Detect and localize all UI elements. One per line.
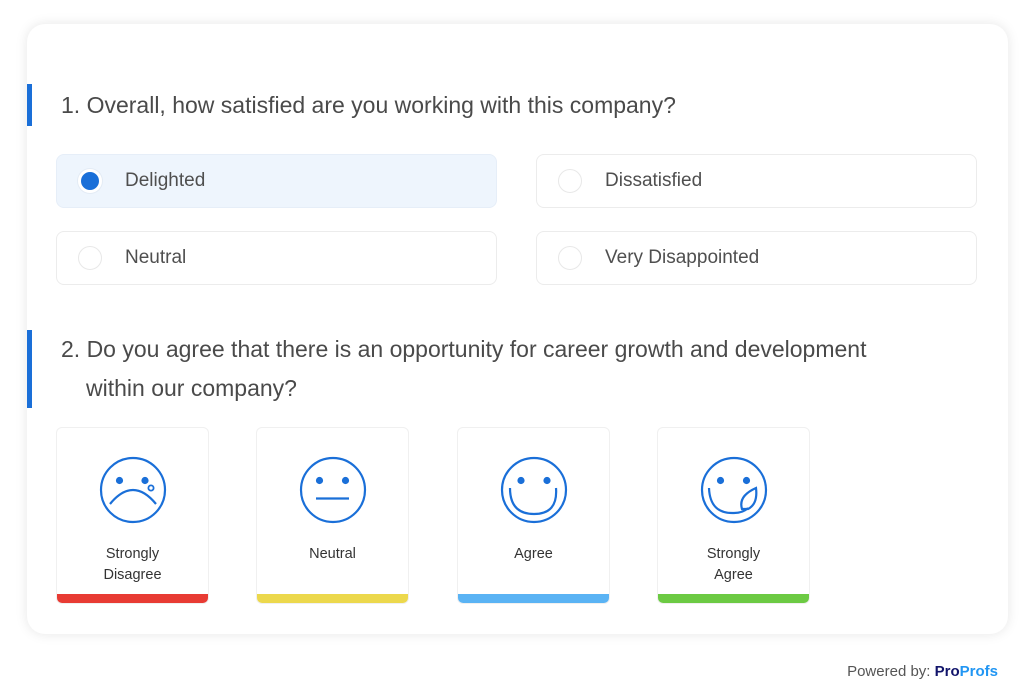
radio-selected[interactable] [78, 169, 102, 193]
radio-unselected[interactable] [558, 246, 582, 270]
scale-option-agree[interactable]: Agree [457, 427, 610, 604]
tongue-out-face-icon [700, 456, 768, 524]
option-very-disappointed[interactable]: Very Disappointed [536, 231, 977, 285]
smiling-face-icon [500, 456, 568, 524]
color-bar-red [57, 594, 208, 603]
color-bar-yellow [257, 594, 408, 603]
question-2-title-line1: 2. Do you agree that there is an opportu… [61, 336, 867, 362]
radio-unselected[interactable] [78, 246, 102, 270]
scale-option-label: Neutral [309, 546, 356, 562]
scale-option-label: Strongly Agree [706, 546, 761, 583]
proprofs-logo[interactable]: ProProfs [935, 663, 998, 680]
scale-option-neutral[interactable]: Neutral [256, 427, 409, 604]
option-label: Delighted [125, 170, 206, 191]
option-label: Dissatisfied [605, 170, 703, 191]
scale-option-strongly-disagree[interactable]: Strongly Disagree [56, 427, 209, 604]
scale-option-label: Agree [514, 546, 553, 562]
color-bar-blue [458, 594, 609, 603]
option-dissatisfied[interactable]: Dissatisfied [536, 154, 977, 208]
radio-unselected[interactable] [558, 169, 582, 193]
scale-option-strongly-agree[interactable]: Strongly Agree [657, 427, 810, 604]
option-neutral[interactable]: Neutral [56, 231, 497, 285]
powered-by-label: Powered by: [847, 663, 931, 680]
color-bar-green [658, 594, 809, 603]
option-label: Neutral [125, 247, 187, 268]
question-1-title: 1. Overall, how satisfied are you workin… [27, 84, 977, 126]
scale-option-label: Strongly Disagree [103, 546, 162, 583]
powered-by: Powered by: ProProfs [847, 663, 998, 680]
option-delighted[interactable]: Delighted [56, 154, 497, 208]
crying-face-icon [99, 456, 167, 524]
option-label: Very Disappointed [605, 247, 760, 268]
neutral-face-icon [299, 456, 367, 524]
question-2-title: 2. Do you agree that there is an opportu… [27, 330, 977, 408]
question-2-title-line2: within our company? [86, 375, 297, 401]
